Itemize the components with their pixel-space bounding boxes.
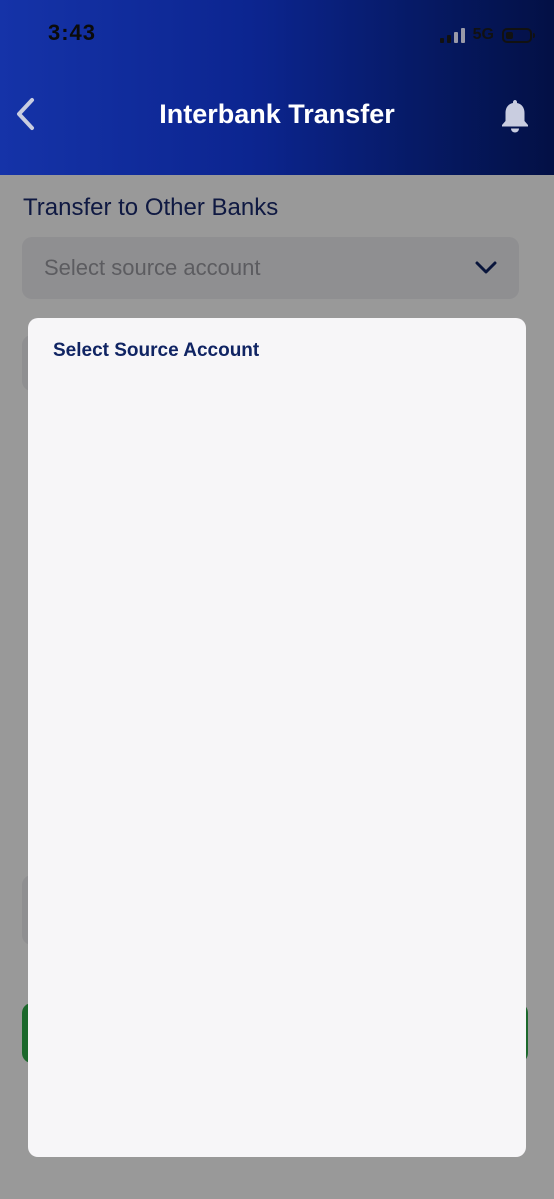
battery-level (506, 31, 513, 39)
status-indicators: 5G (439, 24, 535, 46)
signal-strength-icon (439, 27, 465, 43)
battery-icon (502, 27, 535, 43)
page-title: Interbank Transfer (159, 99, 395, 129)
signal-bar (439, 38, 444, 43)
modal-title: Select Source Account (53, 340, 260, 361)
signal-bar (453, 32, 458, 43)
network-type: 5G (472, 26, 494, 43)
signal-bar (446, 35, 451, 43)
app-header: 3:43 5G Interbank Transfer (0, 0, 554, 175)
signal-bar (460, 28, 465, 43)
select-source-account-modal: Select Source Account (28, 318, 526, 1157)
notifications-button[interactable] (498, 96, 532, 136)
status-time: 3:43 (48, 20, 97, 45)
bell-icon (502, 100, 528, 133)
